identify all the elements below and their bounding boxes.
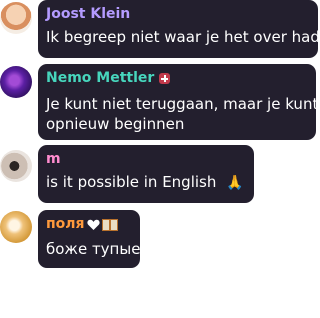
author-name[interactable]: поля [46, 216, 140, 233]
message-text: Je kunt niet teruggaan, maar je kunt opn… [46, 94, 319, 134]
author-name[interactable]: Nemo Mettler [46, 70, 316, 87]
message-text-line: Je kunt niet teruggaan, maar je kunt [46, 95, 319, 113]
white-heart-icon [86, 219, 100, 231]
message-text-content: is it possible in English [46, 173, 217, 191]
author-name[interactable]: Joost Klein [46, 6, 318, 23]
swiss-cross-icon [159, 73, 171, 84]
avatar[interactable] [0, 150, 32, 182]
avatar[interactable] [0, 211, 32, 243]
message-bubble: Nemo Mettler Je kunt niet teruggaan, maa… [38, 64, 319, 140]
avatar[interactable] [0, 2, 32, 34]
message-bubble: m is it possible in English 🙏 [38, 145, 254, 203]
message-bubble: поля боже тупые [38, 210, 140, 268]
message-text: is it possible in English 🙏 [46, 172, 254, 193]
gift-icon [101, 218, 118, 231]
message-text: боже тупые [46, 240, 141, 258]
message-text-line: opnieuw beginnen [46, 115, 185, 133]
praying-hands-icon: 🙏 [226, 175, 244, 191]
avatar[interactable] [0, 66, 32, 98]
author-name[interactable]: m [46, 151, 254, 168]
message-text: Ik begreep niet waar je het over had.. [46, 28, 320, 46]
message-bubble: Joost Klein Ik begreep niet waar je het … [38, 0, 320, 58]
